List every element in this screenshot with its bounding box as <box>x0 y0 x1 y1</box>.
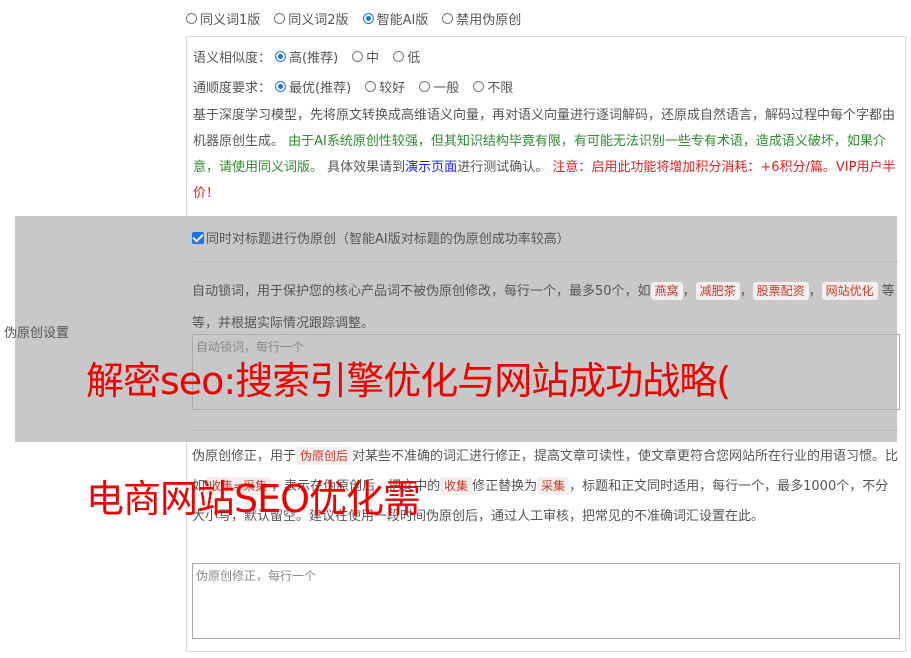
similarity-option-label: 低 <box>407 51 421 66</box>
fluency-option-label: 一般 <box>433 81 460 96</box>
similarity-label: 语义相似度： <box>193 51 272 66</box>
radio-icon <box>473 81 485 92</box>
fix-desc-text: 伪原创修正，用于 <box>192 449 297 464</box>
fix-desc-text: 修正替换为 <box>472 479 538 494</box>
radio-icon <box>352 51 364 62</box>
mode-option-synonym-1[interactable]: 同义词1版 <box>186 9 260 28</box>
fluency-option-best[interactable]: 最优(推荐) <box>275 77 351 96</box>
similarity-option-low[interactable]: 低 <box>393 47 420 66</box>
similarity-row: 语义相似度： 高(推荐) 中 低 <box>193 47 434 66</box>
mode-option-label: 同义词2版 <box>288 13 349 28</box>
demo-page-link[interactable]: 演示页面 <box>405 160 457 175</box>
fluency-option-good[interactable]: 较好 <box>365 77 405 96</box>
radio-checked-icon <box>275 81 287 92</box>
separator: ， <box>739 284 753 299</box>
example-tag: 网站优化 <box>821 282 878 300</box>
mode-option-ai[interactable]: 智能AI版 <box>362 9 429 28</box>
fluency-option-label: 最优(推荐) <box>289 81 352 96</box>
fluency-option-any[interactable]: 不限 <box>473 77 513 96</box>
similarity-option-label: 中 <box>366 51 380 66</box>
title-rewrite-label: 同时对标题进行伪原创（智能AI版对标题的伪原创成功率较高） <box>206 232 570 247</box>
similarity-option-label: 高(推荐) <box>289 51 339 66</box>
divider <box>192 430 898 431</box>
example-tag: 伪原创后 <box>296 447 353 465</box>
example-tag: 减肥茶 <box>695 282 740 300</box>
radio-icon <box>186 13 197 24</box>
radio-checked-icon <box>362 13 374 24</box>
example-tag: 燕窝 <box>650 282 683 300</box>
mode-option-disable[interactable]: 禁用伪原创 <box>442 9 521 28</box>
watermark-line-1: 解密seo:搜索引擎优化与网站成功战略( <box>86 359 731 403</box>
radio-icon <box>274 13 286 24</box>
mode-option-synonym-2[interactable]: 同义词2版 <box>274 9 349 28</box>
mode-option-label: 智能AI版 <box>376 13 429 28</box>
mode-radio-group: 同义词1版 同义词2版 智能AI版 禁用伪原创 <box>186 9 535 28</box>
correction-words-textarea[interactable] <box>192 563 900 639</box>
fluency-option-normal[interactable]: 一般 <box>419 77 459 96</box>
similarity-option-high[interactable]: 高(推荐) <box>275 47 338 66</box>
separator: ， <box>682 284 696 299</box>
example-tag: 收集 <box>440 477 473 495</box>
fluency-option-label: 较好 <box>379 81 406 96</box>
radio-icon <box>393 51 405 62</box>
mode-option-label: 同义词1版 <box>200 13 261 28</box>
radio-icon <box>442 13 454 24</box>
mode-option-label: 禁用伪原创 <box>456 13 522 28</box>
separator: ， <box>808 284 822 299</box>
description-text: 进行测试确认。 <box>457 160 549 175</box>
fluency-row: 通顺度要求： 最优(推荐) 较好 一般 不限 <box>193 77 527 96</box>
watermark-line-2: 电商网站SEO优化需 <box>86 477 421 521</box>
radio-icon <box>419 81 431 92</box>
radio-icon <box>365 81 377 92</box>
lock-words-description: 自动锁词，用于保护您的核心产品词不被伪原创修改，每行一个，最多50个，如 燕窝，减… <box>192 276 900 340</box>
fluency-option-label: 不限 <box>487 81 514 96</box>
fluency-label: 通顺度要求： <box>193 81 272 96</box>
radio-checked-icon <box>275 51 287 62</box>
lock-desc-text: 自动锁词，用于保护您的核心产品词不被伪原创修改，每行一个，最多50个，如 <box>192 284 651 299</box>
pseudo-original-settings-label: 伪原创设置 <box>4 326 70 341</box>
checkbox-checked-icon <box>192 231 204 244</box>
example-tag: 采集 <box>537 477 570 495</box>
example-tag: 股票配资 <box>752 282 809 300</box>
ai-description: 基于深度学习模型，先将原文转换成高维语义向量，再对语义向量进行逐词解码，还原成自… <box>193 103 901 207</box>
description-text: 具体效果请到 <box>327 160 406 175</box>
divider <box>192 261 898 262</box>
similarity-option-medium[interactable]: 中 <box>352 47 379 66</box>
title-rewrite-checkbox[interactable]: 同时对标题进行伪原创（智能AI版对标题的伪原创成功率较高） <box>192 228 570 247</box>
